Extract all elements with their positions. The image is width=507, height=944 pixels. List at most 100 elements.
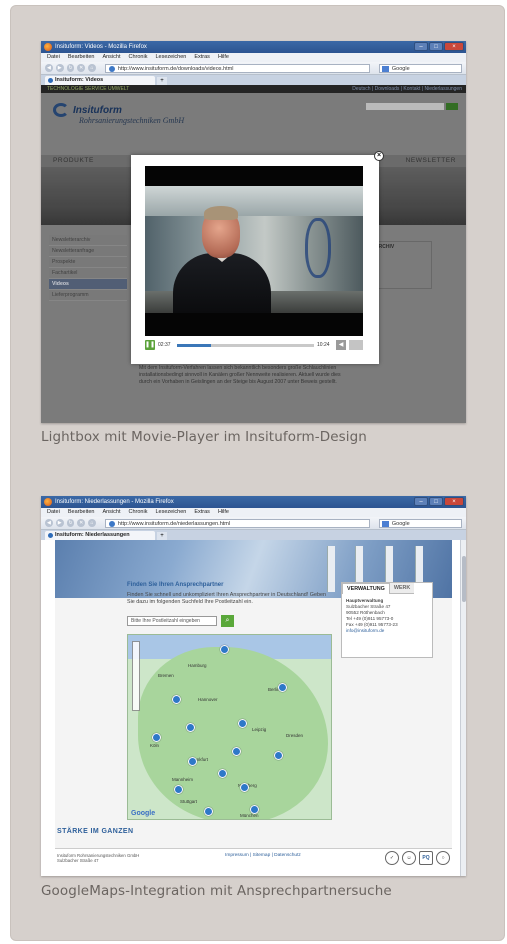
footer-address: Sulzbacher Straße 47 [57, 858, 99, 863]
pq-badge: PQ [419, 851, 433, 865]
close-window-button[interactable]: × [444, 497, 464, 506]
tab-strip: Insituform: Niederlassungen + [41, 530, 466, 540]
footer-links[interactable]: Impressum | Sitemap | Datenschutz [225, 853, 301, 858]
home-icon[interactable]: ⌂ [88, 519, 96, 527]
plz-input[interactable]: Bitte Ihre Postleitzahl eingeben [127, 616, 217, 626]
maximize-button[interactable]: □ [429, 497, 443, 506]
reload-icon[interactable]: ↻ [66, 64, 75, 72]
search-engine-box[interactable]: Google [378, 518, 462, 528]
new-tab-button[interactable]: + [157, 532, 167, 540]
close-icon[interactable]: × [374, 151, 384, 161]
back-icon[interactable]: ◀ [45, 64, 53, 72]
reload-icon[interactable]: ↻ [66, 519, 75, 527]
map-location-pin-icon[interactable] [238, 719, 247, 728]
contact-box: VERWALTUNG WERK Hauptverwaltung Sulzbach… [341, 582, 433, 658]
menu-chronik[interactable]: Chronik [129, 53, 148, 62]
map-location-pin-icon[interactable] [204, 807, 213, 816]
menu-hilfe[interactable]: Hilfe [218, 508, 229, 517]
url-bar[interactable]: http://www.insituform.de/niederlassungen… [104, 518, 370, 528]
map-location-pin-icon[interactable] [274, 751, 283, 760]
menu-datei[interactable]: Datei [47, 53, 60, 62]
certification-badge-icon: ✓ [385, 851, 399, 865]
search-icon[interactable]: ⌕ [221, 615, 234, 627]
volume-slider[interactable] [349, 340, 363, 350]
menubar: Datei Bearbeiten Ansicht Chronik Lesezei… [41, 508, 466, 517]
tab-strip: Insituform: Videos + [41, 75, 466, 85]
tab-active[interactable]: Insituform: Niederlassungen [45, 531, 155, 540]
navigation-toolbar: ◀ ▶ ↻ ✕ ⌂ http://www.insituform.de/niede… [41, 517, 466, 530]
menu-extras[interactable]: Extras [194, 53, 210, 62]
google-logo: Google [131, 810, 156, 817]
speaker-body-image [173, 253, 271, 313]
menu-bearbeiten[interactable]: Bearbeiten [68, 508, 95, 517]
back-icon[interactable]: ◀ [45, 519, 53, 527]
navigation-toolbar: ◀ ▶ ↻ ✕ ⌂ http://www.insituform.de/downl… [41, 62, 466, 75]
menu-datei[interactable]: Datei [47, 508, 60, 517]
menu-ansicht[interactable]: Ansicht [102, 53, 120, 62]
minimize-button[interactable]: – [414, 42, 428, 51]
flag-image [327, 546, 335, 592]
map-city-label: Dresden [286, 733, 304, 738]
map-city-label: Leipzig [252, 727, 267, 732]
window-titlebar: Insituform: Videos - Mozilla Firefox – □ × [41, 41, 466, 53]
video-frame [145, 186, 363, 313]
volume-icon[interactable]: ◀ [336, 340, 346, 350]
map-location-pin-icon[interactable] [152, 733, 161, 742]
map-location-pin-icon[interactable] [218, 769, 227, 778]
hose-coil-image [305, 218, 331, 278]
maximize-button[interactable]: □ [429, 42, 443, 51]
menu-hilfe[interactable]: Hilfe [218, 53, 229, 62]
menu-lesezeichen[interactable]: Lesezeichen [155, 53, 186, 62]
forward-icon[interactable]: ▶ [55, 64, 64, 72]
close-window-button[interactable]: × [444, 42, 464, 51]
map-city-label: Mannheim [172, 777, 194, 782]
page-scrollbar[interactable] [460, 540, 466, 876]
pause-icon[interactable]: ❚❚ [145, 340, 155, 350]
map-zoom-control[interactable] [132, 641, 140, 711]
tab-werk[interactable]: WERK [389, 583, 415, 594]
menu-chronik[interactable]: Chronik [129, 508, 148, 517]
finder-text: Finden Sie schnell und unkompliziert Ihr… [127, 592, 326, 605]
minimize-button[interactable]: – [414, 497, 428, 506]
menu-ansicht[interactable]: Ansicht [102, 508, 120, 517]
total-time: 10:24 [317, 342, 330, 348]
map-location-pin-icon[interactable] [186, 723, 195, 732]
screenshot-googlemaps: Insituform: Niederlassungen - Mozilla Fi… [41, 496, 466, 876]
map-location-pin-icon[interactable] [278, 683, 287, 692]
menu-bearbeiten[interactable]: Bearbeiten [68, 53, 95, 62]
search-engine-box[interactable]: Google [378, 63, 462, 73]
map-location-pin-icon[interactable] [220, 645, 229, 654]
menu-lesezeichen[interactable]: Lesezeichen [155, 508, 186, 517]
site-footer: Insituform Rohrsanierungstechniken GmbH … [55, 848, 452, 876]
map-location-pin-icon[interactable] [240, 783, 249, 792]
map-location-pin-icon[interactable] [188, 757, 197, 766]
tab-verwaltung[interactable]: VERWALTUNG [342, 583, 390, 594]
google-map[interactable]: Google Hamburg Bremen Berlin Hannover Köln Fr… [127, 634, 332, 820]
staerke-heading: STÄRKE IM GANZEN [57, 828, 134, 835]
hq-email-link[interactable]: info@insituform.de [346, 628, 428, 634]
home-icon[interactable]: ⌂ [88, 64, 96, 72]
stop-icon[interactable]: ✕ [77, 519, 86, 527]
stop-icon[interactable]: ✕ [77, 64, 86, 72]
video-player[interactable] [145, 166, 363, 336]
current-time: 02:37 [158, 342, 171, 348]
tab-active[interactable]: Insituform: Videos [45, 76, 155, 85]
map-location-pin-icon[interactable] [174, 785, 183, 794]
map-location-pin-icon[interactable] [250, 805, 259, 814]
map-location-pin-icon[interactable] [172, 695, 181, 704]
map-city-label: Hannover [198, 697, 218, 702]
finder-title: Finden Sie Ihren Ansprechpartner [127, 582, 224, 588]
menubar: Datei Bearbeiten Ansicht Chronik Lesezei… [41, 53, 466, 62]
window-titlebar: Insituform: Niederlassungen - Mozilla Fi… [41, 496, 466, 508]
forward-icon[interactable]: ▶ [55, 519, 64, 527]
progress-fill [177, 343, 212, 347]
new-tab-button[interactable]: + [157, 77, 167, 85]
map-city-label: Köln [150, 743, 160, 748]
map-location-pin-icon[interactable] [232, 747, 241, 756]
window-title: Insituform: Niederlassungen - Mozilla Fi… [55, 499, 174, 505]
url-bar[interactable]: http://www.insituform.de/downloads/video… [104, 63, 370, 73]
map-city-label: Stuttgart [180, 799, 198, 804]
menu-extras[interactable]: Extras [194, 508, 210, 517]
screenshot-video-lightbox: Insituform: Videos - Mozilla Firefox – □ ×… [41, 41, 466, 423]
progress-bar[interactable] [177, 343, 314, 347]
